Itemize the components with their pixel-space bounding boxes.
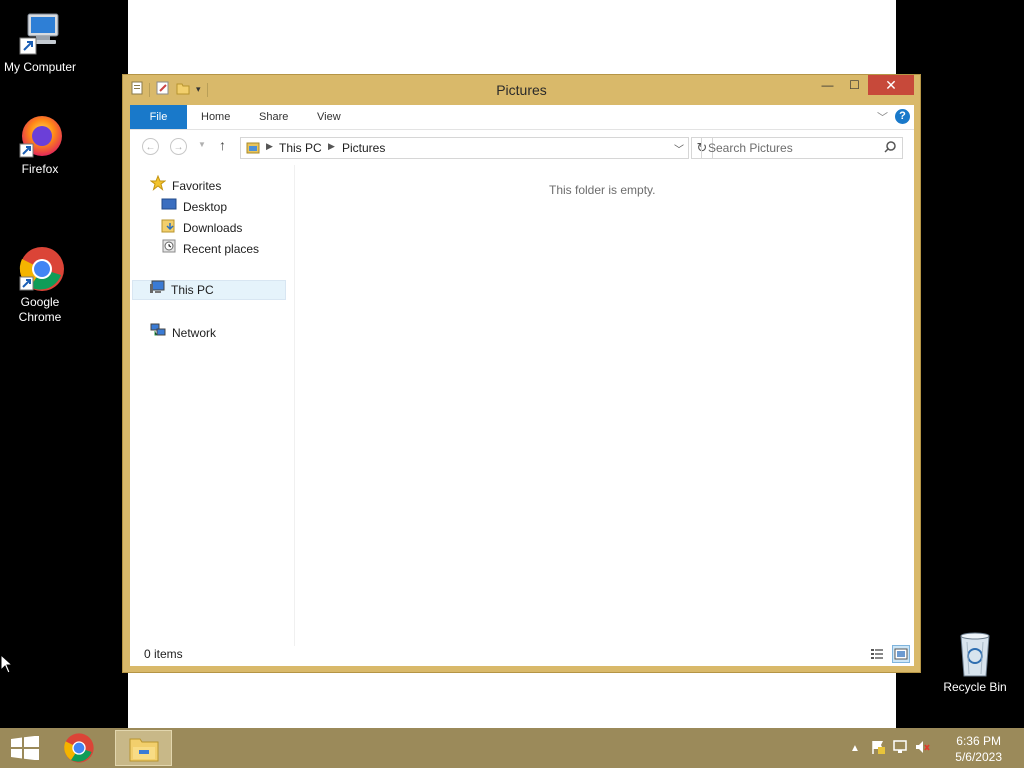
up-button[interactable]: ↑ (219, 137, 226, 153)
desktop-icon-firefox[interactable]: Firefox (0, 112, 80, 177)
pane-divider[interactable] (294, 165, 295, 646)
forward-button[interactable]: → (170, 138, 187, 155)
desktop-icon-recycle-bin[interactable]: Recycle Bin (935, 630, 1015, 695)
recent-locations-chevron-icon[interactable]: ▼ (198, 140, 206, 149)
expand-ribbon-chevron-icon[interactable]: ﹀ (877, 109, 888, 125)
nav-item-label: Network (172, 326, 217, 340)
back-button[interactable]: ← (142, 138, 159, 155)
nav-item-recent-places[interactable]: Recent places (161, 239, 259, 259)
network-status-icon[interactable] (892, 739, 908, 758)
network-icon (150, 323, 166, 343)
navigation-bar: ← → ▼ ↑ ▶ This PC ▶ Pictures ﹀ ↻ (130, 130, 914, 164)
address-dropdown-chevron-icon[interactable]: ﹀ (674, 141, 684, 156)
maximize-button[interactable]: ☐ (841, 75, 868, 95)
window-controls: — ☐ ✕ (814, 75, 914, 95)
this-pc-icon (149, 280, 165, 300)
nav-item-this-pc[interactable]: This PC (132, 280, 286, 300)
clock-date: 5/6/2023 (955, 750, 1002, 764)
ribbon-tab-bar: File Home Share View ﹀ ? (130, 105, 914, 130)
star-icon (149, 174, 167, 197)
nav-item-label: Favorites (172, 179, 222, 193)
empty-folder-message: This folder is empty. (549, 183, 656, 197)
tab-view[interactable]: View (317, 105, 341, 129)
system-clock[interactable]: 6:36 PM 5/6/2023 (955, 733, 1002, 765)
desktop-icon-label: Google Chrome (18, 295, 62, 324)
taskbar-chrome-button[interactable] (52, 730, 106, 766)
taskbar: ▲ 6:36 PM 5/6/2023 (0, 728, 1024, 768)
folder-location-icon (246, 141, 260, 158)
desktop-icon-my-computer[interactable]: My Computer (0, 10, 80, 75)
volume-muted-icon[interactable] (914, 739, 930, 758)
nav-item-label: This PC (171, 283, 214, 297)
start-button[interactable] (0, 728, 50, 768)
breadcrumb-separator-icon[interactable]: ▶ (328, 141, 335, 152)
search-input[interactable] (708, 141, 878, 155)
recycle-bin-icon (951, 630, 999, 678)
navigation-pane: Favorites Desktop Downloads Recent place… (130, 165, 294, 646)
recent-places-icon (161, 238, 177, 260)
computer-icon (16, 10, 64, 58)
file-explorer-icon (129, 738, 159, 762)
clock-time: 6:36 PM (956, 734, 1001, 748)
desktop-icon-label: Firefox (21, 162, 59, 176)
breadcrumb-pictures[interactable]: Pictures (342, 141, 385, 155)
nav-item-downloads[interactable]: Downloads (161, 218, 242, 238)
nav-item-network[interactable]: Network (150, 323, 216, 343)
mouse-cursor-icon (0, 654, 12, 674)
action-center-flag-icon[interactable] (870, 739, 886, 758)
firefox-icon (16, 112, 64, 160)
desktop-icon-google-chrome[interactable]: Google Chrome (0, 215, 80, 340)
window-title: Pictures (496, 82, 547, 98)
minimize-button[interactable]: — (814, 75, 841, 95)
close-button[interactable]: ✕ (868, 75, 914, 95)
windows-logo-icon (11, 736, 39, 760)
window-client-area: File Home Share View ﹀ ? ← → ▼ ↑ ▶ This … (130, 105, 914, 666)
address-bar[interactable]: ▶ This PC ▶ Pictures ﹀ (240, 137, 689, 159)
search-icon[interactable] (884, 141, 896, 156)
nav-item-label: Desktop (183, 200, 228, 214)
nav-item-label: Recent places (183, 242, 260, 256)
help-button[interactable]: ? (895, 109, 910, 124)
search-box[interactable] (701, 137, 903, 159)
tab-home[interactable]: Home (201, 105, 230, 129)
chrome-icon (16, 230, 64, 291)
title-bar[interactable]: ▾ Pictures — ☐ ✕ (123, 75, 920, 105)
chrome-icon (64, 733, 94, 763)
tab-share[interactable]: Share (259, 105, 288, 129)
show-hidden-icons-chevron-icon[interactable]: ▲ (850, 743, 860, 754)
tab-file[interactable]: File (130, 105, 187, 129)
item-count: 0 items (144, 647, 183, 661)
downloads-folder-icon (161, 217, 177, 239)
nav-item-label: Downloads (183, 221, 243, 235)
details-view-button[interactable] (868, 645, 886, 663)
desktop-icon-label: My Computer (3, 60, 77, 74)
nav-item-favorites[interactable]: Favorites (149, 174, 222, 197)
breadcrumb-this-pc[interactable]: This PC (279, 141, 322, 155)
status-bar: 0 items (130, 642, 914, 666)
taskbar-file-explorer-button[interactable] (115, 730, 172, 766)
large-icons-view-button[interactable] (892, 645, 910, 663)
desktop-icon-label: Recycle Bin (943, 680, 1007, 694)
file-explorer-window: ▾ Pictures — ☐ ✕ File Home Share View ﹀ … (122, 74, 921, 673)
nav-item-desktop[interactable]: Desktop (161, 197, 227, 217)
desktop-folder-icon (161, 197, 177, 217)
breadcrumb-separator-icon[interactable]: ▶ (266, 141, 273, 152)
system-tray: ▲ (850, 728, 930, 768)
